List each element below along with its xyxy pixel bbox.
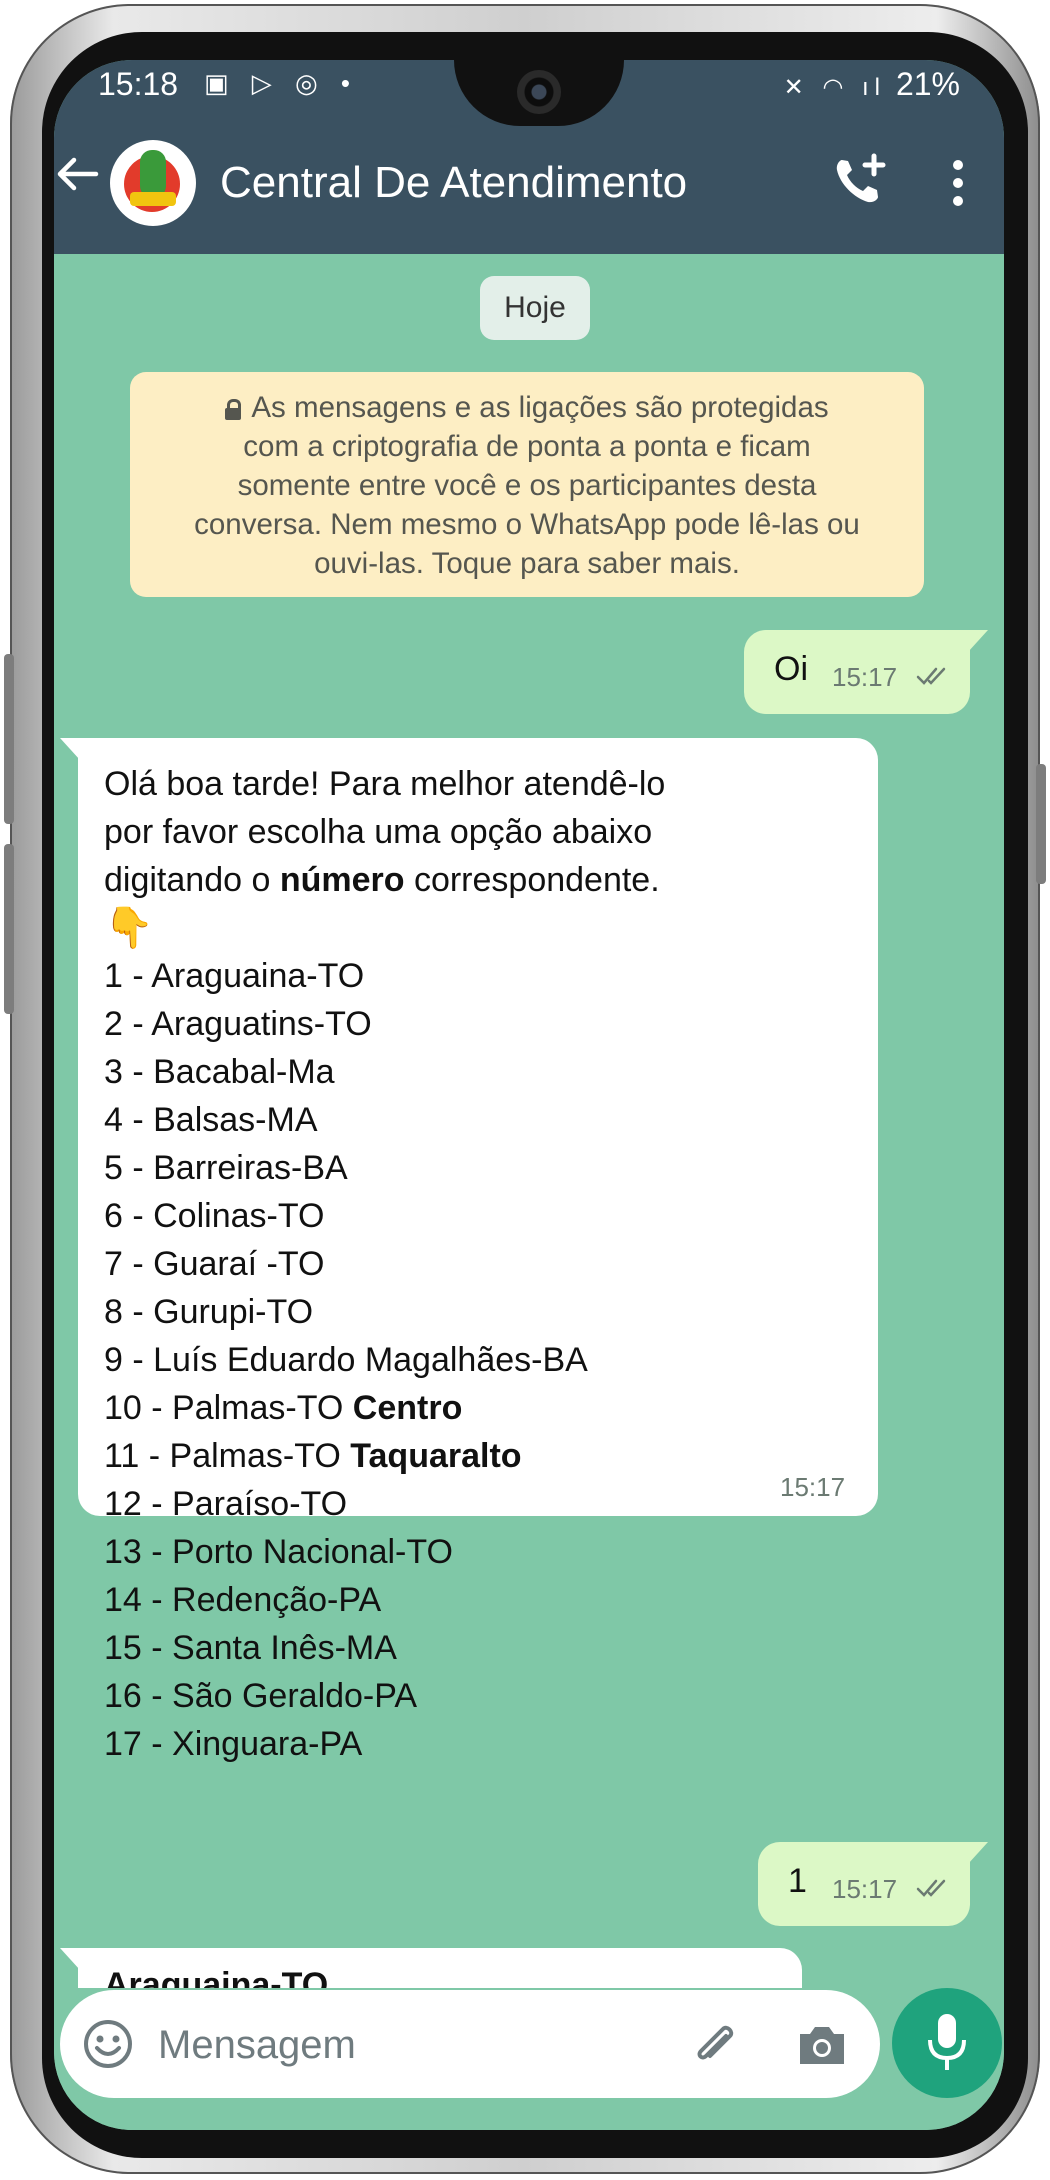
option-item: 14 - Redenção-PA — [104, 1581, 382, 1619]
message-input-bar — [54, 1988, 1004, 2130]
message-time: 15:17 — [832, 662, 898, 692]
option-item: 10 - Palmas-TO Centro — [104, 1389, 463, 1427]
battery-level: 21% — [895, 66, 960, 102]
option-item: 5 - Barreiras-BA — [104, 1149, 348, 1187]
front-camera-icon — [517, 70, 561, 114]
read-receipt-icon — [916, 1879, 946, 1897]
chat-header: 15:18 ▣ ▷ ◎ • ✕ ◠ ıl 21% Central De Atend… — [54, 60, 1004, 254]
encryption-line: As mensagens e as ligações são protegida… — [150, 388, 904, 427]
read-receipt-icon — [916, 667, 946, 685]
option-item: 17 - Xinguara-PA — [104, 1725, 363, 1763]
encryption-line: conversa. Nem mesmo o WhatsApp pode lê-l… — [194, 508, 860, 541]
chat-area[interactable]: Hoje As mensagens e as ligações são prot… — [54, 254, 1004, 2130]
add-call-icon[interactable] — [830, 150, 890, 210]
message-outgoing[interactable]: 1 15:17 — [758, 1842, 988, 1926]
option-item: 6 - Colinas-TO — [104, 1197, 325, 1235]
option-item: 4 - Balsas-MA — [104, 1101, 318, 1139]
option-item: 16 - São Geraldo-PA — [104, 1677, 418, 1715]
option-item: 15 - Santa Inês-MA — [104, 1629, 397, 1667]
pointing-down-emoji: 👇 — [104, 906, 154, 950]
option-item: 13 - Porto Nacional-TO — [104, 1533, 453, 1571]
message-text: 1 — [788, 1862, 807, 1900]
option-item: 9 - Luís Eduardo Magalhães-BA — [104, 1341, 588, 1379]
status-time: 15:18 — [98, 66, 179, 102]
signal-icons: ✕ ◠ ıl — [783, 74, 886, 101]
message-text: Oi — [774, 650, 808, 688]
encryption-line: ouvi-las. Toque para saber mais. — [314, 547, 740, 580]
bubble-tail — [968, 1842, 988, 1864]
option-item: 8 - Gurupi-TO — [104, 1293, 314, 1331]
avatar-logo-green — [140, 150, 166, 198]
option-item: 1 - Araguaina-TO — [104, 957, 365, 995]
message-time: 15:17 — [832, 1874, 898, 1904]
bubble-tail — [60, 1948, 80, 1970]
bubble-tail — [60, 738, 80, 760]
status-right: ✕ ◠ ıl 21% — [784, 66, 960, 103]
back-arrow-icon[interactable] — [56, 152, 100, 209]
option-item: 3 - Bacabal-Ma — [104, 1053, 335, 1091]
message-outgoing[interactable]: Oi 15:17 — [744, 630, 988, 714]
smile-icon[interactable] — [82, 2018, 134, 2070]
contact-avatar[interactable] — [110, 140, 196, 226]
chat-title[interactable]: Central De Atendimento — [220, 158, 687, 208]
phone-screen: 15:18 ▣ ▷ ◎ • ✕ ◠ ıl 21% Central De Atend… — [54, 60, 1004, 2130]
message-time: 15:17 — [780, 1472, 846, 1502]
date-chip: Hoje — [480, 276, 590, 340]
status-notification-icons: ▣ ▷ ◎ • — [204, 68, 359, 98]
message-line: por favor escolha uma opção abaixo — [104, 813, 653, 851]
volume-button — [4, 654, 14, 824]
camera-icon[interactable] — [794, 2020, 850, 2070]
option-item: 7 - Guaraí -TO — [104, 1245, 325, 1283]
message-incoming-menu[interactable]: Olá boa tarde! Para melhor atendê-lo por… — [60, 738, 878, 1763]
more-vertical-icon[interactable] — [950, 160, 966, 210]
bubble-tail — [968, 630, 988, 652]
encryption-line: com a criptografia de ponta a ponta e fi… — [243, 430, 811, 463]
menu-message-body: Olá boa tarde! Para melhor atendê-lo por… — [104, 760, 665, 1768]
encryption-notice[interactable]: As mensagens e as ligações são protegida… — [130, 372, 924, 597]
paperclip-icon[interactable] — [688, 2018, 744, 2074]
microphone-button[interactable] — [892, 1988, 1002, 2098]
message-input[interactable] — [156, 2014, 590, 2076]
option-item: 2 - Araguatins-TO — [104, 1005, 372, 1043]
option-item: 12 - Paraíso-TO — [104, 1485, 348, 1523]
message-input-pill — [60, 1990, 880, 2098]
encryption-line: somente entre você e os participantes de… — [237, 469, 817, 502]
power-button — [4, 844, 14, 1014]
message-line: digitando o número correspondente. — [104, 861, 660, 899]
message-line: Olá boa tarde! Para melhor atendê-lo — [104, 765, 666, 803]
option-item: 11 - Palmas-TO Taquaralto — [104, 1437, 522, 1475]
microphone-icon — [928, 2014, 966, 2070]
lock-icon — [225, 399, 242, 420]
side-button-right — [1036, 764, 1046, 884]
avatar-logo-yellow — [130, 192, 176, 206]
